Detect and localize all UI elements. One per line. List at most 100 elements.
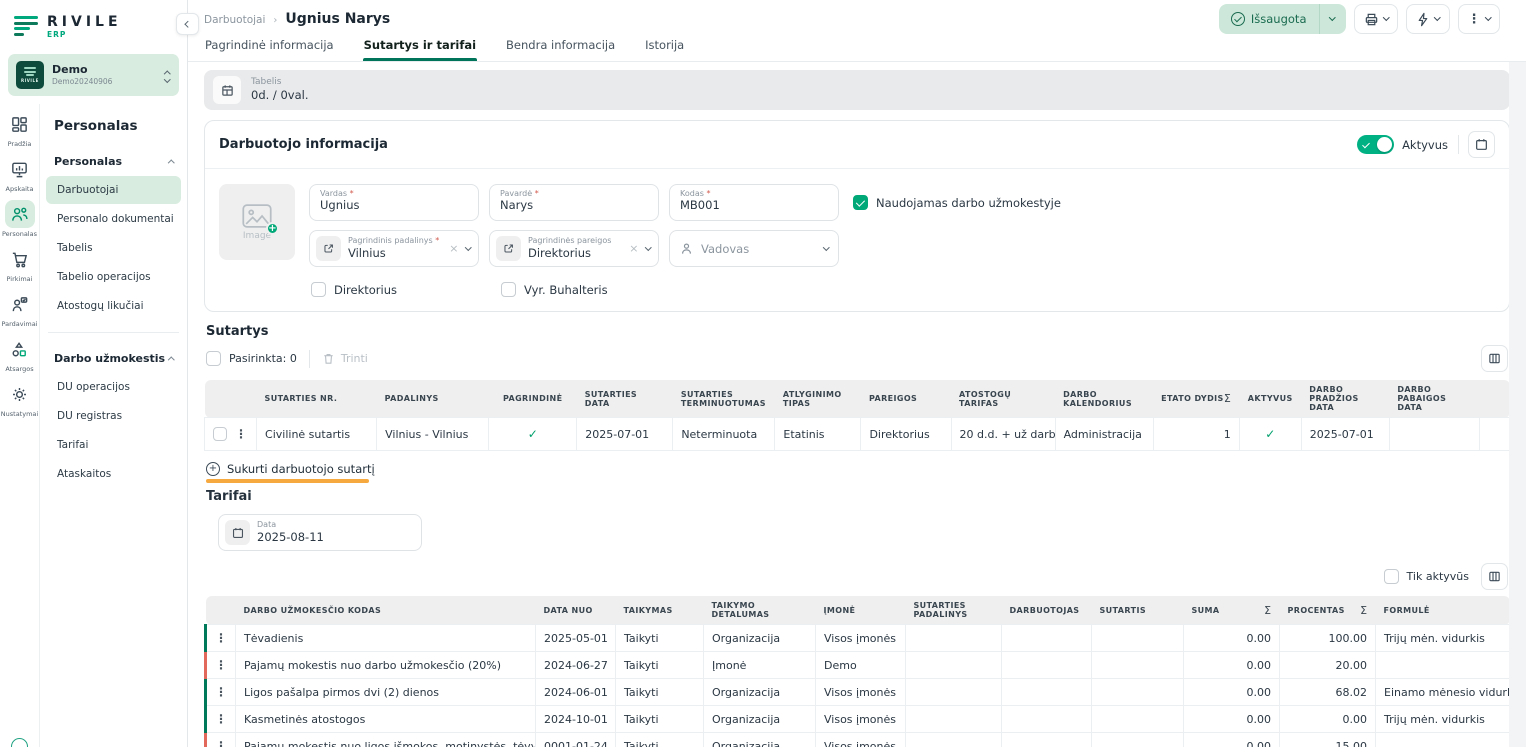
last-name-value: Narys xyxy=(500,198,533,212)
sum-icon[interactable]: Σ xyxy=(1264,604,1271,617)
first-name-field[interactable]: Vardas * Ugnius xyxy=(309,184,479,221)
saved-split-button[interactable]: Išsaugota xyxy=(1219,4,1346,34)
rail-item-pradzia[interactable]: Pradžia xyxy=(1,110,39,148)
sidebar-item-darbuotojai[interactable]: Darbuotojai xyxy=(46,176,181,204)
table-columns-icon xyxy=(1488,570,1501,583)
sidebar-item-atostogu-likuciai[interactable]: Atostogų likučiai xyxy=(46,292,181,320)
table-row[interactable]: ⋮Pajamų mokestis nuo ligos išmokos, moti… xyxy=(206,733,1510,747)
contracts-column-settings-button[interactable] xyxy=(1481,345,1508,372)
table-cell: Įmonė xyxy=(704,652,816,679)
rail-item-pirkimai[interactable]: Pirkimai xyxy=(1,245,39,283)
select-all-checkbox[interactable] xyxy=(206,351,221,366)
manager-select[interactable]: Vadovas xyxy=(669,230,839,267)
workspace-name: Demo xyxy=(52,63,157,77)
table-row[interactable]: ⋮Tėvadienis2025-05-01TaikytiOrganizacija… xyxy=(206,625,1510,652)
employee-info-card: Darbuotojo informacija Aktyvus xyxy=(204,120,1510,312)
breadcrumb-parent[interactable]: Darbuotojai xyxy=(204,14,265,26)
manager-placeholder: Vadovas xyxy=(701,242,816,256)
table-cell: 2024-10-01 xyxy=(536,706,616,733)
row-kebab-icon[interactable]: ⋮ xyxy=(235,427,247,441)
delete-button[interactable]: Trinti xyxy=(322,352,368,365)
director-checkbox[interactable] xyxy=(311,282,326,297)
payroll-checkbox[interactable] xyxy=(853,195,868,210)
sidebar-item-tarifai[interactable]: Tarifai xyxy=(46,431,181,459)
saved-dropdown-caret[interactable] xyxy=(1320,4,1346,34)
printer-icon xyxy=(1364,12,1379,27)
chevron-down-icon[interactable] xyxy=(645,244,651,250)
table-cell: Visos įmonės xyxy=(816,625,906,652)
tab-sutartys-ir-tarifai[interactable]: Sutartys ir tarifai xyxy=(363,36,477,61)
director-checkbox-label: Direktorius xyxy=(334,283,397,297)
last-name-field[interactable]: Pavardė * Narys xyxy=(489,184,659,221)
print-button[interactable] xyxy=(1354,4,1399,34)
rail-item-nustatymai[interactable]: Nustatymai xyxy=(1,380,39,418)
table-cell: Etatinis xyxy=(775,418,861,451)
table-cell: Tėvadienis xyxy=(236,625,536,652)
tab-bendra-informacija[interactable]: Bendra informacija xyxy=(505,36,616,61)
table-cell: 0001-01-24 xyxy=(536,733,616,747)
table-cell xyxy=(1002,733,1092,747)
rail-item-pardavimai[interactable]: Pardavimai xyxy=(1,290,39,328)
table-row[interactable]: ⋮Ligos pašalpa pirmos dvi (2) dienos2024… xyxy=(206,679,1510,706)
employee-photo-upload[interactable]: + Image xyxy=(219,184,295,260)
more-actions-button[interactable]: ⋮ xyxy=(1458,4,1501,34)
table-cell: Taikyti xyxy=(616,652,704,679)
table-row[interactable]: ⋮ Civilinė sutartis Vilnius - Vilnius ✓ … xyxy=(205,418,1510,451)
sidebar-item-personalo-dokumentai[interactable]: Personalo dokumentai xyxy=(46,205,181,233)
tariffs-controls: Tik aktyvūs xyxy=(206,563,1508,590)
tabelis-summary-bar[interactable]: Tabelis 0d. / 0val. xyxy=(204,70,1510,110)
sidebar-item-tabelio-operacijos[interactable]: Tabelio operacijos xyxy=(46,263,181,291)
workspace-switcher[interactable]: RIVILE Demo Demo20240906 xyxy=(8,54,179,96)
accountant-checkbox[interactable] xyxy=(501,282,516,297)
clear-icon[interactable]: × xyxy=(629,242,638,255)
scroll-gutter xyxy=(1509,62,1526,747)
table-row[interactable]: ⋮Pajamų mokestis nuo darbo užmokesčio (2… xyxy=(206,652,1510,679)
clear-icon[interactable]: × xyxy=(449,242,458,255)
sum-icon[interactable]: Σ xyxy=(1224,392,1231,405)
sidebar-section-personalas[interactable]: Personalas xyxy=(46,148,181,175)
tab-istorija[interactable]: Istorija xyxy=(644,36,685,61)
sidebar-section-darbo-uzmokestis[interactable]: Darbo užmokestis xyxy=(46,345,181,372)
table-cell: 2024-06-27 xyxy=(536,652,616,679)
rail-item-atsargos[interactable]: Atsargos xyxy=(1,335,39,373)
rail-item-personalas[interactable]: Personalas xyxy=(1,200,39,238)
tariffs-table-body: ⋮Tėvadienis2025-05-01TaikytiOrganizacija… xyxy=(206,625,1510,747)
sum-icon[interactable]: Σ xyxy=(1360,604,1367,617)
history-date-button[interactable] xyxy=(1468,131,1495,158)
create-contract-link[interactable]: + Sukurti darbuotojo sutartį xyxy=(206,462,375,476)
sidebar-item-ataskaitos[interactable]: Ataskaitos xyxy=(46,460,181,488)
row-checkbox[interactable] xyxy=(213,427,227,441)
department-field[interactable]: Pagrindinis padalinys * Vilnius × xyxy=(309,230,479,267)
table-row[interactable]: ⋮Kasmetinės atostogos2024-10-01TaikytiOr… xyxy=(206,706,1510,733)
row-kebab-icon[interactable]: ⋮ xyxy=(206,679,236,706)
sidebar-item-du-registras[interactable]: DU registras xyxy=(46,402,181,430)
row-kebab-icon[interactable]: ⋮ xyxy=(206,652,236,679)
header-actions: Išsaugota ⋮ xyxy=(1219,4,1500,34)
row-kebab-icon[interactable]: ⋮ xyxy=(206,706,236,733)
sidebar-item-du-operacijos[interactable]: DU operacijos xyxy=(46,373,181,401)
code-field[interactable]: Kodas * MB001 xyxy=(669,184,839,221)
only-active-checkbox[interactable] xyxy=(1384,569,1399,584)
rail-item-apskaita[interactable]: Apskaita xyxy=(1,155,39,193)
position-field[interactable]: Pagrindinės pareigos Direktorius × xyxy=(489,230,659,267)
department-value: Vilnius xyxy=(348,246,386,260)
row-kebab-icon[interactable]: ⋮ xyxy=(206,733,236,747)
chevron-down-icon[interactable] xyxy=(465,244,471,250)
module-rail: Pradžia Apskaita Personalas xyxy=(0,104,40,747)
external-link-icon[interactable] xyxy=(496,236,521,261)
tab-pagrindine-informacija[interactable]: Pagrindinė informacija xyxy=(204,36,335,61)
help-circle-icon[interactable] xyxy=(11,738,28,747)
sidebar-collapse-button[interactable] xyxy=(176,13,199,35)
toggle-on-icon[interactable] xyxy=(1357,135,1394,154)
active-toggle[interactable]: Aktyvus xyxy=(1357,135,1459,154)
table-cell xyxy=(1376,652,1510,679)
integrations-button[interactable] xyxy=(1406,4,1450,34)
table-cell: Vilnius - Vilnius xyxy=(377,418,489,451)
app-logo: RIVILE ERP xyxy=(0,0,187,52)
tariffs-date-field[interactable]: Data 2025-08-11 xyxy=(218,514,422,551)
sidebar-item-tabelis[interactable]: Tabelis xyxy=(46,234,181,262)
tariffs-column-settings-button[interactable] xyxy=(1481,563,1508,590)
chevron-down-icon xyxy=(1485,14,1491,20)
row-kebab-icon[interactable]: ⋮ xyxy=(206,625,236,652)
external-link-icon[interactable] xyxy=(316,236,341,261)
